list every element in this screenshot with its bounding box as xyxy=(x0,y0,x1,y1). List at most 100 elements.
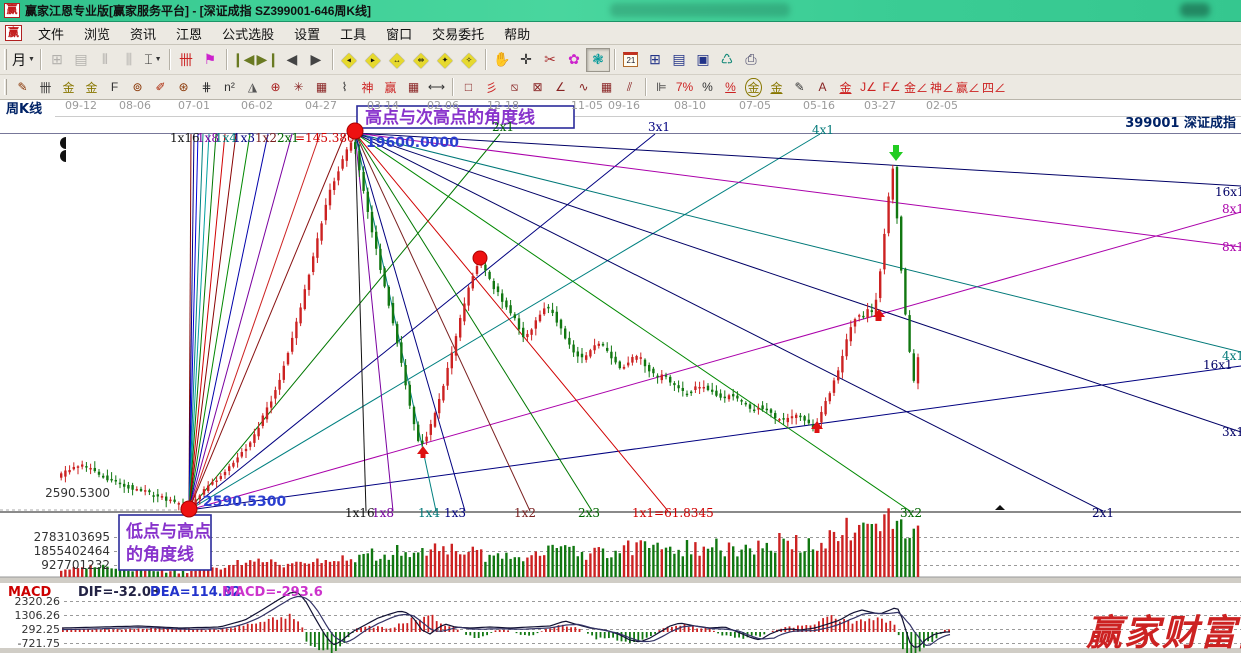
cycle-lines-icon: 卌 xyxy=(39,79,51,96)
parallel-lines-button[interactable]: ⫽ xyxy=(618,77,641,98)
zoom-in-all-button[interactable]: ◆✧ xyxy=(457,48,481,72)
send-share-button[interactable]: ♺ xyxy=(715,48,739,72)
width-measure-button[interactable]: ⟷ xyxy=(425,77,448,98)
fibonacci-button[interactable]: F xyxy=(103,77,126,98)
percent-zone-button[interactable]: 7% xyxy=(673,77,696,98)
mark-tool-button[interactable]: ✿ xyxy=(562,48,586,72)
last-page-icon: ▶❙ xyxy=(256,51,279,68)
smart-analysis-button[interactable]: ❃ xyxy=(586,48,610,72)
brush-2-button[interactable]: ✐ xyxy=(149,77,172,98)
gold-ruler-2-button[interactable]: 金 xyxy=(80,77,103,98)
gann-wheel-button[interactable]: ⊕ xyxy=(264,77,287,98)
window-title: 赢家江恩专业版[赢家服务平台] - [深证成指 SZ399001-646周K线] xyxy=(25,2,371,19)
menu-tools[interactable]: 工具 xyxy=(330,22,376,45)
candle-style-dropdown-icon[interactable]: ▼ xyxy=(155,56,162,63)
angle-j-button[interactable]: J∠ xyxy=(857,77,880,98)
annotation-box[interactable]: 低点与高点的角度线 xyxy=(119,515,211,570)
gann-or-axis-label: 周K线 xyxy=(6,101,42,117)
gold-circle-button[interactable]: 金 xyxy=(742,77,765,98)
gann-or-axis-label: 1x4 xyxy=(418,506,440,520)
menu-window[interactable]: 窗口 xyxy=(376,22,422,45)
angle-shen-button[interactable]: 神∠ xyxy=(929,77,955,98)
toolbar-grip xyxy=(4,49,7,69)
next-page-button[interactable]: ▶ xyxy=(304,48,328,72)
pen-line-icon: ✎ xyxy=(794,80,804,94)
scale-ruler-button[interactable]: ⊫ xyxy=(650,77,673,98)
gold-line-button[interactable]: 金 xyxy=(765,77,788,98)
period-grid-icon: ⋕ xyxy=(201,80,211,94)
crosshair-button[interactable]: ✛ xyxy=(514,48,538,72)
grid-tool-button[interactable]: ▦ xyxy=(595,77,618,98)
last-page-button[interactable]: ▶❙ xyxy=(255,48,280,72)
rect-box-button[interactable]: □ xyxy=(457,77,480,98)
gann-or-axis-label: 399001 深证成指 xyxy=(1125,115,1236,131)
angle-measure-button[interactable]: ◮ xyxy=(241,77,264,98)
square-web-button[interactable]: ▦ xyxy=(310,77,333,98)
pen-line-button[interactable]: ✎ xyxy=(788,77,811,98)
color-volume-view-button[interactable]: ⚑ xyxy=(198,48,222,72)
line-box-button[interactable]: ⊠ xyxy=(526,77,549,98)
date-tick: 05-16 xyxy=(803,100,835,112)
wave-tool-button[interactable]: ∿ xyxy=(572,77,595,98)
notes-button[interactable]: ▤ xyxy=(667,48,691,72)
zoom-out-all-button[interactable]: ◆✦ xyxy=(433,48,457,72)
zoom-out-h-button[interactable]: ◆↔ xyxy=(385,48,409,72)
n-square-button[interactable]: n² xyxy=(218,77,241,98)
zoom-in-h-button[interactable]: ◆⇹ xyxy=(409,48,433,72)
circle-cycle-button[interactable]: ⊛ xyxy=(172,77,195,98)
brush-button[interactable]: ✎ xyxy=(11,77,34,98)
angle-ying-button[interactable]: 赢∠ xyxy=(955,77,981,98)
menu-trade[interactable]: 交易委托 xyxy=(422,22,494,45)
period-month-dropdown-icon[interactable]: ▼ xyxy=(28,56,35,63)
gold-red-line-button[interactable]: 金 xyxy=(834,77,857,98)
menu-help[interactable]: 帮助 xyxy=(494,22,540,45)
calendar-button[interactable]: 21 xyxy=(619,48,643,72)
gann-or-axis-label: 19600.0000 xyxy=(366,135,459,151)
spiral-button[interactable]: ⊚ xyxy=(126,77,149,98)
wave-a-button[interactable]: A xyxy=(811,77,834,98)
calculator-button[interactable]: ⊞ xyxy=(643,48,667,72)
gann-fan-button[interactable]: 彡 xyxy=(480,77,503,98)
application-window: { "window": { "icon_glyph": "赢", "title"… xyxy=(0,0,1241,653)
drag-hand-icon: ✋ xyxy=(493,51,510,68)
drag-hand-button[interactable]: ✋ xyxy=(490,48,514,72)
gold-ruler-button[interactable]: 金 xyxy=(57,77,80,98)
yingjia-tool-button[interactable]: 赢 xyxy=(379,77,402,98)
ruler-button[interactable]: ⌇ xyxy=(333,77,356,98)
menu-formula-stock-pick[interactable]: 公式选股 xyxy=(212,22,284,45)
star-web-button[interactable]: ✳ xyxy=(287,77,310,98)
kline-view-button[interactable]: 卌 xyxy=(174,48,198,72)
cut-tool-button[interactable]: ✂ xyxy=(538,48,562,72)
angle-lines-button[interactable]: ∠ xyxy=(549,77,572,98)
date-tick: 08-10 xyxy=(674,100,706,112)
candle-style-button[interactable]: ⌶▼ xyxy=(141,48,165,72)
angle-gold-button[interactable]: 金∠ xyxy=(903,77,929,98)
menu-news[interactable]: 资讯 xyxy=(120,22,166,45)
grid-123-button[interactable]: ▦ xyxy=(402,77,425,98)
scroll-right-button[interactable]: ◆▸ xyxy=(361,48,385,72)
percent-line-button[interactable]: % xyxy=(719,77,742,98)
menu-settings[interactable]: 设置 xyxy=(284,22,330,45)
menu-gann[interactable]: 江恩 xyxy=(166,22,212,45)
print-button[interactable]: ⎙ xyxy=(739,48,763,72)
left-edge-marker xyxy=(60,150,66,162)
chart-area[interactable]: 高点与次高点的角度线低点与高点的角度线09-1208-0607-0106-020… xyxy=(0,100,1241,653)
angle-four-button[interactable]: 四∠ xyxy=(981,77,1007,98)
scroll-left-button[interactable]: ◆◂ xyxy=(337,48,361,72)
period-grid-button[interactable]: ⋕ xyxy=(195,77,218,98)
fan-box-button[interactable]: ⧅ xyxy=(503,77,526,98)
angle-f-button[interactable]: F∠ xyxy=(880,77,903,98)
prev-page-button[interactable]: ◀ xyxy=(280,48,304,72)
cycle-lines-button[interactable]: 卌 xyxy=(34,77,57,98)
chart-markers xyxy=(60,123,1005,517)
menu-file[interactable]: 文件 xyxy=(28,22,74,45)
kline-chart-svg[interactable]: 高点与次高点的角度线低点与高点的角度线09-1208-0607-0106-020… xyxy=(0,100,1241,653)
date-tick: 03-14 xyxy=(367,100,399,112)
menu-browse[interactable]: 浏览 xyxy=(74,22,120,45)
first-page-button[interactable]: ❙◀ xyxy=(231,48,256,72)
gold-line-icon: 金 xyxy=(770,79,782,96)
percent-button[interactable]: % xyxy=(696,77,719,98)
period-month-button[interactable]: 月▼ xyxy=(11,48,36,72)
magic-number-button[interactable]: 神 xyxy=(356,77,379,98)
save-button[interactable]: ▣ xyxy=(691,48,715,72)
